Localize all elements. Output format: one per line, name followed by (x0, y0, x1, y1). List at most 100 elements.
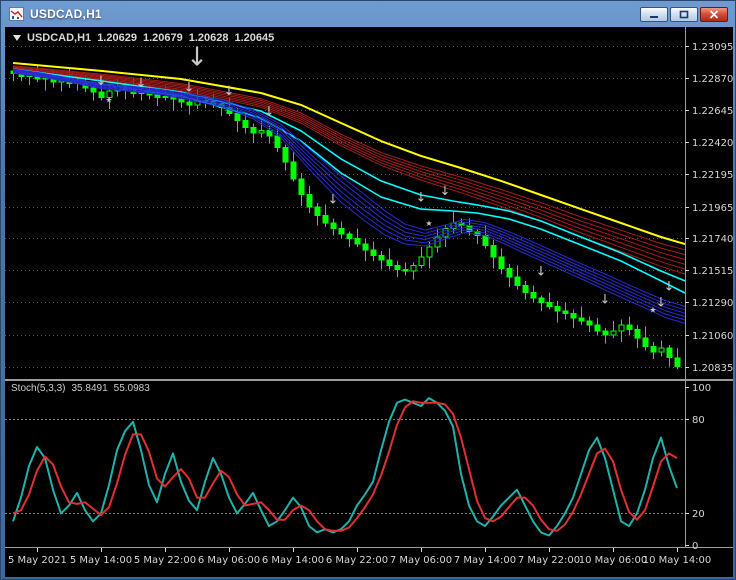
maximize-icon (679, 10, 689, 18)
minimize-button[interactable] (640, 6, 668, 22)
down-arrow-marker: ↓ (96, 74, 107, 89)
stoch-panel (12, 397, 678, 537)
candle-body (282, 147, 289, 163)
candle-body (354, 238, 361, 245)
candle-body (658, 347, 665, 353)
down-arrow-marker: ↓ (264, 105, 275, 120)
stoch-axis-label: 100 (692, 383, 711, 394)
price-axis[interactable]: 1.23095 1.22870 1.22645 1.22420 1.22195 1.219… (685, 42, 733, 552)
price-axis-label: 1.21060 (692, 331, 733, 342)
candle-body (538, 297, 545, 303)
candle-body (634, 328, 641, 339)
candle-body (162, 95, 169, 99)
candle-body (258, 130, 265, 134)
candle-body (618, 324, 625, 332)
time-axis-label: 5 May 22:00 (134, 555, 196, 566)
candle-body (274, 135, 281, 149)
candle-body (514, 276, 521, 286)
down-arrow-marker: ↓ (664, 279, 675, 294)
stoch-main-line (12, 397, 678, 537)
candle-body (154, 94, 161, 99)
candle-body (610, 330, 617, 336)
time-axis-label: 7 May 14:00 (454, 555, 516, 566)
candle-body (402, 269, 409, 272)
title-bar[interactable]: USDCAD,H1 (5, 1, 731, 27)
down-arrow-marker: ↓ (656, 296, 667, 311)
time-axis-label: 6 May 14:00 (262, 555, 324, 566)
chart-window-icon (9, 7, 24, 21)
candle-body (562, 310, 569, 315)
stoch-name: Stoch(5,3,3) (11, 383, 66, 394)
stoch-indicator-label: Stoch(5,3,3) 35.8491 55.0983 (11, 383, 150, 394)
time-axis-label: 10 May 14:00 (643, 555, 712, 566)
candle-body (530, 291, 537, 299)
down-arrow-marker: ↓ (440, 184, 451, 199)
candle-body (370, 249, 377, 257)
candle-body (586, 320, 593, 326)
candle-body (546, 301, 553, 308)
window-controls (640, 6, 731, 22)
ma-ribbon (12, 62, 686, 324)
candle-body (346, 233, 353, 239)
candle-body (298, 178, 305, 195)
star-marker: ★ (105, 95, 112, 104)
time-axis-label: 6 May 22:00 (326, 555, 388, 566)
candle-body (378, 255, 385, 261)
down-arrow-marker: ↓ (416, 190, 427, 205)
time-axis[interactable]: 5 May 2021 5 May 14:00 5 May 22:00 6 May 06… (8, 548, 711, 566)
candle-body (98, 91, 105, 99)
price-axis-label: 1.21515 (692, 266, 733, 277)
time-axis-label: 7 May 22:00 (518, 555, 580, 566)
time-axis-label: 7 May 06:00 (390, 555, 452, 566)
time-axis-label: 10 May 06:00 (579, 555, 648, 566)
symbol-dropdown-icon[interactable] (13, 35, 21, 41)
price-axis-label: 1.22420 (692, 138, 733, 149)
price-axis-label: 1.21290 (692, 298, 733, 309)
price-axis-label: 1.20835 (692, 363, 733, 374)
ohlc-symbol: USDCAD,H1 (27, 32, 92, 44)
candle-body (306, 193, 313, 208)
panel-splitter[interactable] (5, 379, 733, 381)
ohlc-high: 1.20679 (142, 32, 183, 44)
window-title: USDCAD,H1 (30, 7, 102, 21)
big-down-arrow-marker: ↓ (186, 43, 208, 73)
candle-body (234, 112, 241, 121)
price-axis-label: 1.21740 (692, 234, 733, 245)
down-arrow-marker: ↓ (224, 84, 235, 99)
candle-body (490, 245, 497, 258)
chart-canvas[interactable]: ↓ ↓ ↓ ↓↓↓ ↓ ↓↓↓ ↓↓↓★★★1.230951.228701.226451.2… (5, 27, 733, 577)
ohlc-close: 1.20645 (234, 32, 275, 44)
down-arrow-marker: ↓ (600, 293, 611, 308)
chart-client-area[interactable]: ↓ ↓ ↓ ↓ ↓ ↓ ↓ ↓ ↓ ↓ ↓ ↓ ↓ ★ ★ ★ 1.23095 1.22870 1.22645 1.2… (5, 27, 733, 577)
price-axis-label: 1.22645 (692, 106, 733, 117)
candle-body (394, 264, 401, 271)
candle-body (290, 161, 297, 180)
candle-body (410, 264, 417, 272)
time-axis-label: 5 May 2021 (8, 555, 67, 566)
candle-body (578, 317, 585, 322)
price-axis-label: 1.22870 (692, 74, 733, 85)
star-marker: ★ (649, 306, 656, 315)
candle-body (386, 259, 393, 267)
price-axis-label: 1.21965 (692, 203, 733, 214)
candle-body (178, 98, 185, 103)
minimize-icon (650, 15, 658, 18)
close-button[interactable] (700, 6, 728, 22)
candle-body (570, 313, 577, 319)
candle-body (594, 324, 601, 332)
candle-body (522, 284, 529, 293)
candle-body (250, 127, 257, 134)
price-axis-label: 1.22195 (692, 170, 733, 181)
candle-body (498, 256, 505, 269)
candle-body (186, 101, 193, 106)
ohlc-low: 1.20628 (188, 32, 229, 44)
candle-body (418, 256, 425, 266)
candle-body (330, 222, 337, 230)
stoch-main-value: 35.8491 (71, 383, 108, 394)
candle-body (602, 330, 609, 336)
maximize-button[interactable] (670, 6, 698, 22)
star-marker: ★ (425, 219, 432, 228)
stoch-axis-label: 80 (692, 415, 705, 426)
ma-blue-band (12, 71, 686, 321)
stoch-signal-value: 55.0983 (113, 383, 150, 394)
